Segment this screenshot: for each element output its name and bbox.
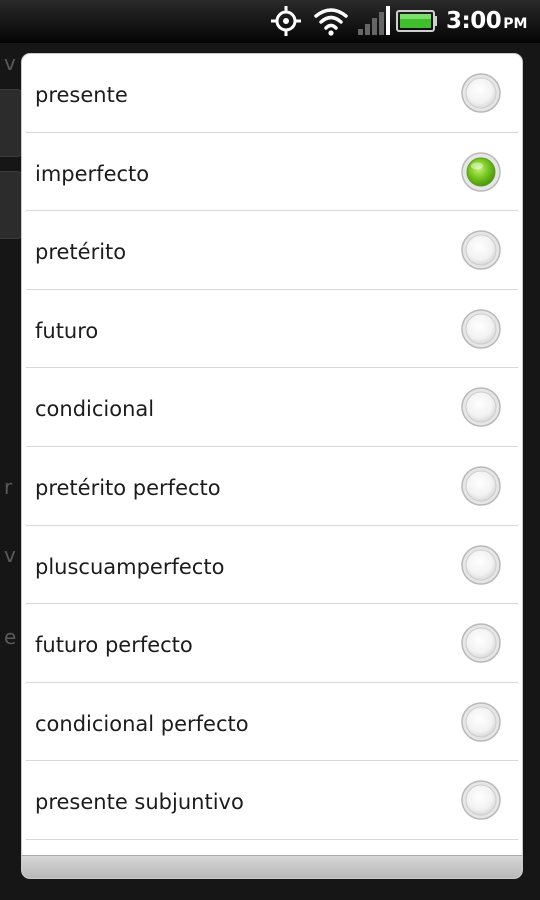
list-item-presente[interactable]: presente — [26, 54, 518, 133]
list-item-futuro[interactable]: futuro — [26, 290, 518, 369]
list-item-condicional-perfecto[interactable]: condicional perfecto — [26, 683, 518, 762]
radio-button-selected[interactable] — [460, 151, 502, 193]
tense-list[interactable]: presente imperfecto pretérito futuro con… — [22, 54, 522, 878]
signal-icon — [358, 6, 390, 35]
status-bar: 3:00 PM — [0, 0, 540, 43]
list-item-label: imperfecto — [35, 161, 150, 186]
clock-ampm: PM — [503, 16, 528, 32]
list-item-presente-subjuntivo[interactable]: presente subjuntivo — [26, 761, 518, 840]
background-text: v — [4, 543, 16, 567]
list-item-preterito[interactable]: pretérito — [26, 211, 518, 290]
background-text: r — [4, 475, 13, 499]
list-item-label: condicional — [35, 397, 155, 422]
radio-button[interactable] — [460, 229, 502, 271]
radio-button[interactable] — [460, 308, 502, 350]
list-item-label: pretérito perfecto — [35, 475, 221, 500]
list-item-futuro-perfecto[interactable]: futuro perfecto — [26, 604, 518, 683]
background-text: v — [4, 51, 16, 75]
radio-button[interactable] — [460, 779, 502, 821]
list-item-label: futuro — [35, 318, 99, 343]
background-field — [0, 171, 23, 239]
list-item-label: presente — [35, 83, 128, 107]
clock-time: 3:00 — [446, 8, 502, 34]
radio-button[interactable] — [460, 544, 502, 586]
gps-icon — [271, 6, 301, 36]
radio-button[interactable] — [460, 701, 502, 743]
background-field — [0, 89, 23, 157]
radio-button[interactable] — [460, 386, 502, 428]
list-item-label: futuro perfecto — [35, 633, 193, 658]
background-text: e — [4, 625, 17, 649]
radio-button[interactable] — [460, 465, 502, 507]
radio-button[interactable] — [460, 622, 502, 664]
wifi-icon — [314, 8, 348, 36]
list-item-pluscuamperfecto[interactable]: pluscuamperfecto — [26, 526, 518, 605]
dialog-bottom-bar — [22, 855, 522, 878]
battery-icon — [396, 10, 437, 32]
radio-button[interactable] — [460, 72, 502, 114]
list-item-preterito-perfecto[interactable]: pretérito perfecto — [26, 447, 518, 526]
list-item-condicional[interactable]: condicional — [26, 368, 518, 447]
list-item-label: condicional perfecto — [35, 711, 249, 736]
list-item-label: pluscuamperfecto — [35, 554, 225, 579]
list-item-label: presente subjuntivo — [35, 790, 244, 815]
list-item-label: pretérito — [35, 240, 127, 265]
list-item-imperfecto[interactable]: imperfecto — [26, 133, 518, 212]
tense-picker-dialog: presente imperfecto pretérito futuro con… — [22, 54, 522, 878]
status-clock: 3:00 PM — [446, 6, 527, 36]
